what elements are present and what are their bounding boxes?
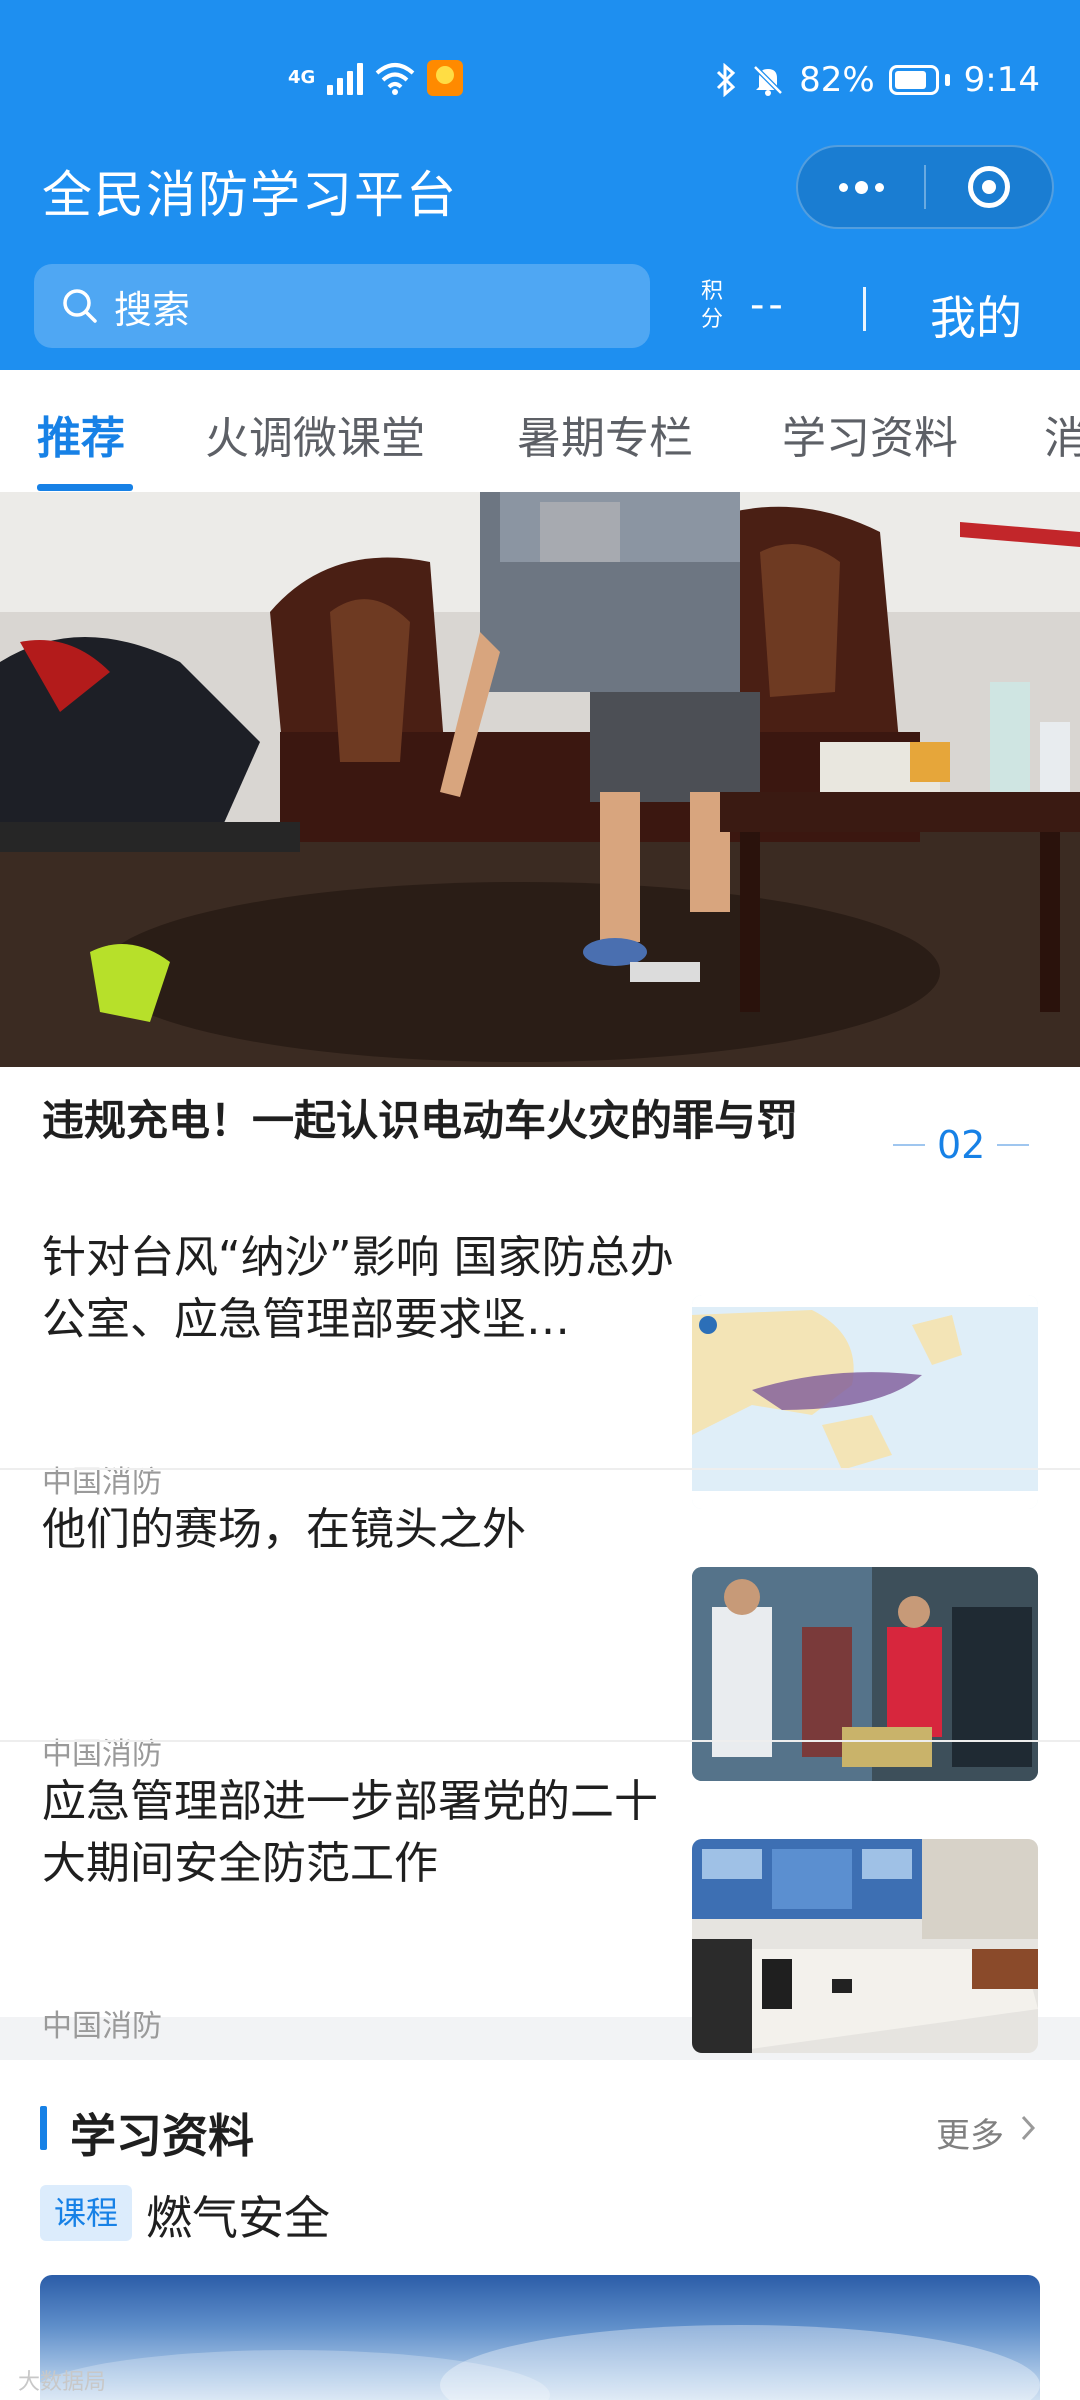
mini-program-capsule — [796, 145, 1054, 229]
category-tabs: 推荐 火调微课堂 暑期专栏 学习资料 消 — [0, 370, 1080, 492]
section-accent-bar — [40, 2106, 47, 2150]
news-thumbnail — [692, 1295, 1038, 1509]
search-icon — [63, 289, 97, 323]
network-type: 4G — [288, 67, 316, 88]
conference-photo — [692, 1839, 1038, 2053]
mute-bell-icon — [753, 65, 783, 96]
list-item[interactable]: 应急管理部进一步部署党的二十大期间安全防范工作 中国消防 — [0, 1771, 1080, 2053]
app-notification-icon — [427, 60, 464, 96]
target-icon — [968, 166, 1010, 208]
news-source: 中国消防 — [42, 1737, 162, 1772]
study-materials-section: 学习资料 更多 课程 燃气安全 — [0, 2060, 1080, 2400]
clock: 9:14 — [963, 60, 1040, 100]
news-source: 中国消防 — [42, 1465, 162, 1500]
status-bar: 4G 82% 9:14 — [0, 40, 1080, 120]
news-thumbnail — [692, 1567, 1038, 1781]
divider — [0, 1468, 1080, 1470]
app-header: 4G 82% 9:14 全民消防学习平台 搜索 积分 -- 我的 — [0, 0, 1080, 370]
points-label: 积分 — [700, 279, 723, 332]
search-placeholder: 搜索 — [114, 287, 191, 332]
watermark-text: 大数据局 — [18, 2370, 107, 2395]
news-source: 中国消防 — [42, 2009, 162, 2044]
battery-icon — [888, 65, 950, 95]
divider — [0, 1740, 1080, 1742]
news-thumbnail — [692, 1839, 1038, 2053]
banner-pager: 02 — [893, 1123, 1030, 1167]
typhoon-map-image — [692, 1295, 1038, 1509]
battery-percent: 82% — [799, 60, 875, 100]
news-title: 应急管理部进一步部署党的二十大期间安全防范工作 — [42, 1776, 658, 1889]
banner-headline[interactable]: 违规充电！一起认识电动车火灾的罪与罚 — [42, 1091, 882, 1151]
section-title: 学习资料 — [70, 2109, 254, 2163]
close-program-button[interactable] — [926, 147, 1052, 227]
course-title[interactable]: 燃气安全 — [146, 2182, 330, 2248]
news-feed: 违规充电！一起认识电动车火灾的罪与罚 02 针对台风“纳沙”影响 国家防总办公室… — [0, 1067, 1080, 2053]
more-menu-button[interactable] — [798, 147, 924, 227]
active-tab-indicator — [37, 484, 133, 491]
search-input[interactable]: 搜索 — [34, 264, 650, 348]
news-title: 针对台风“纳沙”影响 国家防总办公室、应急管理部要求坚… — [42, 1232, 674, 1345]
tab-study-materials[interactable]: 学习资料 — [782, 402, 958, 466]
news-title: 他们的赛场，在镜头之外 — [42, 1504, 526, 1555]
tab-more-partial[interactable]: 消 — [1044, 402, 1080, 466]
tab-summer-column[interactable]: 暑期专栏 — [517, 402, 693, 466]
list-item[interactable]: 他们的赛场，在镜头之外 中国消防 — [0, 1499, 1080, 1781]
wifi-icon — [375, 63, 415, 95]
tab-recommend[interactable]: 推荐 — [37, 402, 125, 466]
course-badge: 课程 — [40, 2185, 132, 2241]
firefighters-photo — [692, 1567, 1038, 1781]
mine-button[interactable]: 我的 — [930, 282, 1022, 348]
chevron-right-icon[interactable] — [1020, 2114, 1036, 2142]
more-dots-icon — [838, 180, 884, 194]
status-left: 4G — [288, 60, 464, 96]
sky-image — [40, 2325, 1040, 2400]
list-item[interactable]: 针对台风“纳沙”影响 国家防总办公室、应急管理部要求坚… 中国消防 — [0, 1227, 1080, 1509]
header-separator — [863, 287, 866, 331]
fire-scene-photo — [0, 492, 1080, 1067]
points-value[interactable]: -- — [750, 282, 787, 328]
more-link[interactable]: 更多 — [936, 2108, 1004, 2157]
page-indicator: 02 — [937, 1123, 986, 1167]
bluetooth-icon — [717, 63, 736, 97]
tab-fire-micro-class[interactable]: 火调微课堂 — [205, 402, 425, 466]
signal-icon — [327, 61, 364, 95]
app-title: 全民消防学习平台 — [42, 166, 458, 224]
banner-image[interactable] — [0, 492, 1080, 1067]
course-cover-image[interactable] — [40, 2275, 1040, 2400]
status-right: 82% 9:14 — [715, 60, 1040, 100]
